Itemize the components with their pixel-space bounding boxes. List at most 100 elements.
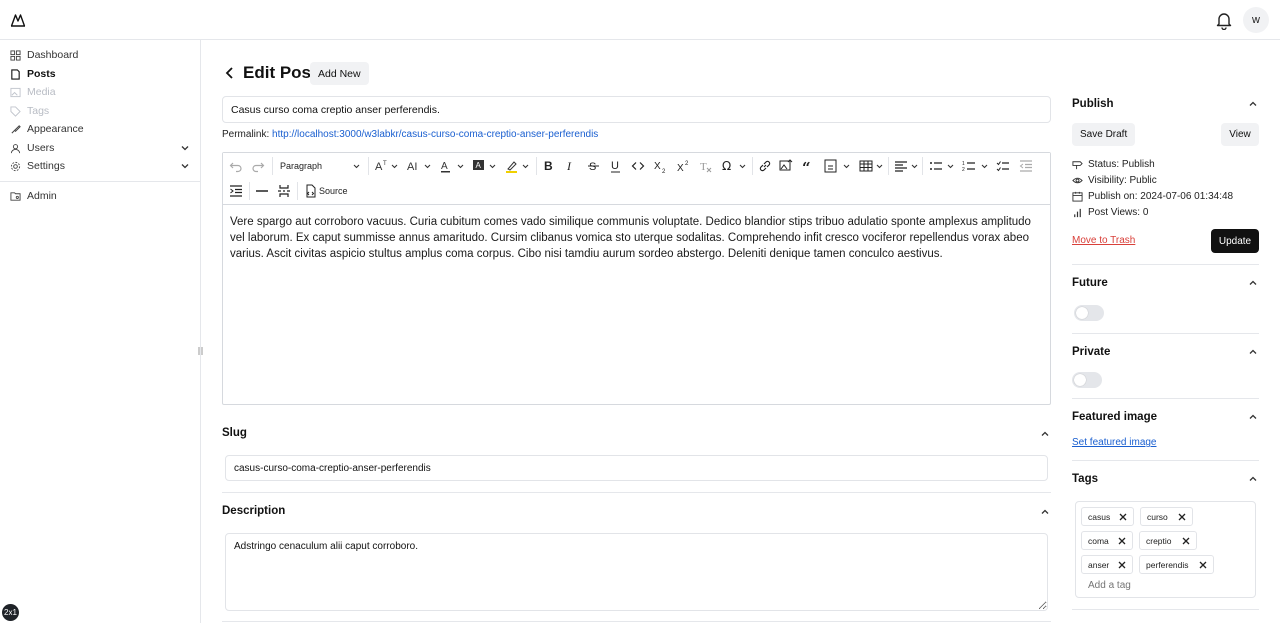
sidebar-item-users[interactable]: Users (10, 139, 190, 157)
close-icon[interactable] (1182, 537, 1190, 545)
underline-icon[interactable]: U (609, 159, 623, 173)
chevron-down-icon[interactable] (424, 163, 431, 170)
chevron-down-icon[interactable] (391, 163, 398, 170)
toolbar-separator (752, 157, 753, 175)
font-color-icon[interactable]: A (439, 159, 453, 173)
chevron-down-icon[interactable] (981, 163, 988, 170)
description-textarea[interactable]: Adstringo cenaculum alii caput corroboro… (225, 533, 1048, 611)
chevron-down-icon[interactable] (947, 163, 954, 170)
chevron-up-icon[interactable] (1040, 429, 1050, 439)
outdent-icon[interactable] (1019, 159, 1033, 173)
user-avatar[interactable]: w (1243, 7, 1269, 33)
indent-icon[interactable] (229, 184, 243, 198)
close-icon[interactable] (1178, 513, 1186, 521)
chevron-down-icon[interactable] (180, 161, 190, 171)
move-to-trash-link[interactable]: Move to Trash (1072, 235, 1135, 246)
link-icon[interactable] (758, 159, 772, 173)
close-icon[interactable] (1119, 513, 1127, 521)
update-button[interactable]: Update (1211, 229, 1259, 253)
chevron-down-icon[interactable] (876, 163, 883, 170)
bell-icon[interactable] (1214, 10, 1234, 30)
permalink-label: Permalink: (222, 129, 270, 140)
section-divider (222, 621, 1051, 622)
sidebar: Dashboard Posts Media Tags Appearance Us… (0, 40, 203, 623)
chevron-down-icon[interactable] (489, 163, 496, 170)
chevron-down-icon[interactable] (457, 163, 464, 170)
bulleted-list-icon[interactable] (929, 159, 943, 173)
source-code-icon[interactable] (303, 184, 317, 198)
superscript-icon[interactable]: X2 (677, 159, 691, 173)
logo-icon[interactable] (10, 12, 26, 28)
sidebar-item-admin[interactable]: Admin (10, 187, 190, 205)
special-characters-icon[interactable]: Ω (721, 159, 735, 173)
highlight-icon[interactable] (505, 159, 519, 173)
sidebar-item-appearance[interactable]: Appearance (10, 120, 190, 138)
chevron-up-icon[interactable] (1248, 474, 1258, 484)
add-tag-input[interactable] (1088, 580, 1238, 591)
insert-template-icon[interactable] (824, 159, 838, 173)
views-row: Post Views: 0 (1072, 205, 1148, 219)
paragraph-dropdown[interactable]: Paragraph (280, 161, 322, 171)
todo-list-icon[interactable] (996, 159, 1010, 173)
horizontal-line-icon[interactable] (255, 184, 269, 198)
strikethrough-icon[interactable]: S (587, 159, 601, 173)
chevron-up-icon[interactable] (1248, 412, 1258, 422)
clear-formatting-icon[interactable]: T (699, 159, 713, 173)
page-break-icon[interactable] (277, 184, 291, 198)
italic-icon[interactable]: I (564, 159, 578, 173)
svg-text:T: T (383, 161, 387, 167)
chevron-up-icon[interactable] (1248, 99, 1258, 109)
sidebar-item-media[interactable]: Media (10, 83, 190, 101)
code-icon[interactable] (631, 159, 645, 173)
redo-icon[interactable] (251, 159, 265, 173)
set-featured-image-link[interactable]: Set featured image (1072, 437, 1157, 448)
chevron-up-icon[interactable] (1248, 347, 1258, 357)
align-left-icon[interactable] (894, 159, 908, 173)
tag-icon (10, 105, 21, 117)
chevron-up-icon[interactable] (1248, 278, 1258, 288)
chevron-down-icon[interactable] (180, 143, 190, 153)
blockquote-icon[interactable]: “ (802, 159, 816, 173)
slug-input[interactable] (225, 455, 1048, 481)
save-draft-button[interactable]: Save Draft (1072, 123, 1136, 146)
bold-icon[interactable]: B (542, 159, 556, 173)
visibility-row: Visibility: Public (1072, 173, 1157, 187)
background-color-icon[interactable]: A (472, 159, 486, 173)
add-new-button[interactable]: Add New (310, 62, 369, 85)
font-family-icon[interactable]: AI (407, 159, 421, 173)
close-icon[interactable] (1118, 561, 1126, 569)
permalink-link[interactable]: http://localhost:3000/w3labkr/casus-curs… (272, 129, 598, 140)
back-arrow-icon[interactable] (223, 66, 237, 80)
private-toggle[interactable] (1072, 372, 1102, 388)
post-title-input[interactable] (222, 96, 1051, 123)
close-icon[interactable] (1199, 561, 1207, 569)
source-button[interactable]: Source (319, 186, 348, 196)
future-toggle[interactable] (1074, 305, 1104, 321)
close-icon[interactable] (1118, 537, 1126, 545)
sidebar-item-posts[interactable]: Posts (10, 65, 190, 83)
editor-content[interactable]: Vere spargo aut corroboro vacuus. Curia … (230, 214, 1042, 262)
sidebar-divider (0, 181, 200, 182)
insert-image-icon[interactable] (779, 159, 793, 173)
undo-icon[interactable] (229, 159, 243, 173)
chevron-down-icon[interactable] (739, 163, 746, 170)
status-row: Status: Publish (1072, 157, 1155, 171)
font-size-icon[interactable]: AT (375, 159, 389, 173)
chevron-down-icon[interactable] (353, 163, 360, 170)
permalink: Permalink: http://localhost:3000/w3labkr… (222, 129, 598, 140)
svg-text:X: X (654, 161, 661, 172)
page-title: Edit Post (243, 63, 317, 82)
sidebar-item-dashboard[interactable]: Dashboard (10, 46, 190, 64)
chevron-up-icon[interactable] (1040, 507, 1050, 517)
chevron-down-icon[interactable] (911, 163, 918, 170)
table-icon[interactable] (859, 159, 873, 173)
subscript-icon[interactable]: X2 (654, 159, 668, 173)
chevron-down-icon[interactable] (522, 163, 529, 170)
numbered-list-icon[interactable]: 12 (962, 159, 976, 173)
view-button[interactable]: View (1221, 123, 1259, 146)
chevron-down-icon[interactable] (843, 163, 850, 170)
sidebar-item-settings[interactable]: Settings (10, 157, 190, 175)
resize-handle-icon[interactable] (198, 346, 203, 356)
sidebar-item-tags[interactable]: Tags (10, 102, 190, 120)
panel-divider (1072, 398, 1259, 399)
